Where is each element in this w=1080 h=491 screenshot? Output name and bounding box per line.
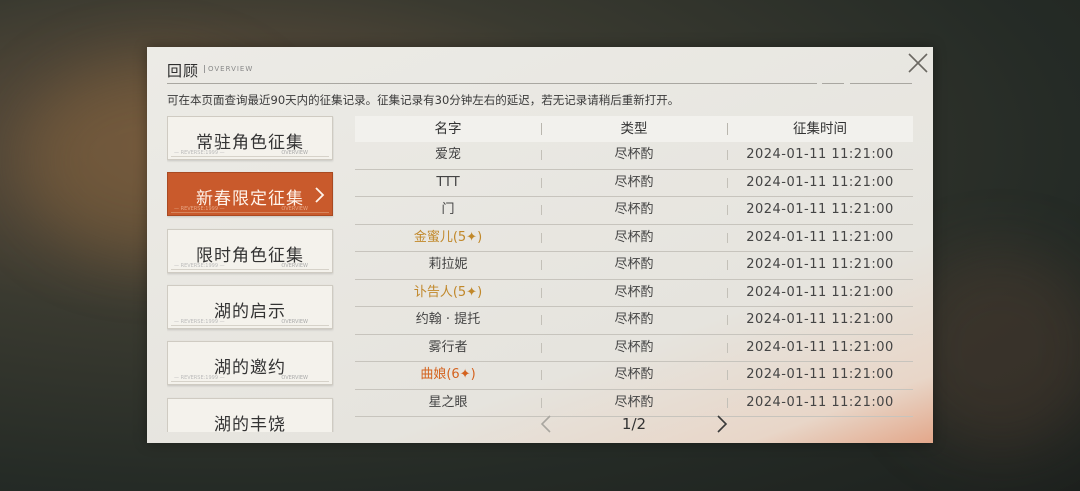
table-row: 约翰 · 提托 尽杯酌 2024-01-11 11:21:00 <box>355 307 913 335</box>
cell-name: 约翰 · 提托 <box>415 312 481 327</box>
title-divider <box>850 83 912 84</box>
deco-text: — REVERSE:1999 — <box>174 263 225 269</box>
prev-page-button[interactable] <box>540 414 552 434</box>
sidebar-item-spring-limited[interactable]: 新春限定征集 — REVERSE:1999 — OVERVIEW <box>167 172 333 216</box>
table-row: 雾行者 尽杯酌 2024-01-11 11:21:00 <box>355 335 913 362</box>
next-page-button[interactable] <box>716 414 728 434</box>
deco-text: — REVERSE:1999 — <box>174 319 225 325</box>
close-icon <box>908 53 928 73</box>
cell-time: 2024-01-11 11:21:00 <box>727 142 913 169</box>
divider <box>171 269 329 270</box>
divider <box>171 325 329 326</box>
table-row: 金蜜儿(5✦) 尽杯酌 2024-01-11 11:21:00 <box>355 225 913 252</box>
page-indicator: 1/2 <box>621 415 647 433</box>
chevron-right-icon <box>315 187 325 203</box>
cell-time: 2024-01-11 11:21:00 <box>727 225 913 252</box>
sidebar-item-lake-abundance[interactable]: 湖的丰饶 <box>167 398 333 432</box>
cell-name: 雾行者 <box>428 339 468 355</box>
deco-text: — REVERSE:1999 — <box>174 150 225 156</box>
column-header-name: 名字 <box>434 121 462 137</box>
sidebar-item-limited[interactable]: 限时角色征集 — REVERSE:1999 — OVERVIEW <box>167 229 333 273</box>
deco-text: — REVERSE:1999 — <box>174 375 225 381</box>
table-body: 爱宠 尽杯酌 2024-01-11 11:21:00 TTT 尽杯酌 2024-01-11… <box>355 142 913 417</box>
cell-time: 2024-01-11 11:21:00 <box>727 280 913 307</box>
table-row: 门 尽杯酌 2024-01-11 11:21:00 <box>355 197 913 225</box>
cell-name: 曲娘(6✦) <box>420 367 476 382</box>
cell-type: 尽杯酌 <box>541 307 727 334</box>
table-row: 讣告人(5✦) 尽杯酌 2024-01-11 11:21:00 <box>355 280 913 307</box>
cell-type: 尽杯酌 <box>541 252 727 279</box>
table-row: 爱宠 尽杯酌 2024-01-11 11:21:00 <box>355 142 913 170</box>
cell-type: 尽杯酌 <box>541 362 727 389</box>
close-button[interactable] <box>905 50 931 76</box>
chevron-left-icon <box>540 415 551 433</box>
cell-time: 2024-01-11 11:21:00 <box>727 335 913 362</box>
cell-time: 2024-01-11 11:21:00 <box>727 170 913 197</box>
title-divider <box>167 83 817 84</box>
cell-time: 2024-01-11 11:21:00 <box>727 362 913 389</box>
cell-name: 门 <box>441 202 455 217</box>
sidebar-item-standard[interactable]: 常驻角色征集 — REVERSE:1999 — OVERVIEW <box>167 116 333 160</box>
column-header-type: 类型 <box>541 116 727 142</box>
table-row: TTT 尽杯酌 2024-01-11 11:21:00 <box>355 170 913 197</box>
cell-type: 尽杯酌 <box>541 225 727 252</box>
deco-text: OVERVIEW <box>281 319 308 325</box>
deco-text: OVERVIEW <box>281 206 308 212</box>
cell-type: 尽杯酌 <box>541 280 727 307</box>
table-row: 莉拉妮 尽杯酌 2024-01-11 11:21:00 <box>355 252 913 280</box>
table-header: 名字 类型 征集时间 <box>355 116 913 142</box>
sidebar-item-label: 湖的丰饶 <box>214 415 286 432</box>
deco-text: OVERVIEW <box>281 150 308 156</box>
deco-text: — REVERSE:1999 — <box>174 206 225 212</box>
notice-text: 可在本页面查询最近90天内的征集记录。征集记录有30分钟左右的延迟，若无记录请稍… <box>167 93 680 107</box>
cell-type: 尽杯酌 <box>541 197 727 224</box>
pagination: 1/2 <box>355 413 913 435</box>
cell-time: 2024-01-11 11:21:00 <box>727 197 913 224</box>
sidebar-item-lake-invitation[interactable]: 湖的邀约 — REVERSE:1999 — OVERVIEW <box>167 341 333 385</box>
cell-name: 莉拉妮 <box>428 257 468 272</box>
banner-sidebar: 常驻角色征集 — REVERSE:1999 — OVERVIEW 新春限定征集 … <box>167 116 334 432</box>
title-divider <box>822 83 844 84</box>
cell-name: 讣告人(5✦) <box>413 284 483 300</box>
cell-name: TTT <box>436 174 460 190</box>
divider <box>171 156 329 157</box>
deco-text: OVERVIEW <box>281 263 308 269</box>
divider <box>171 212 329 213</box>
cell-name: 金蜜儿(5✦) <box>413 229 483 245</box>
cell-type: 尽杯酌 <box>541 335 727 362</box>
cell-type: 尽杯酌 <box>541 142 727 169</box>
cell-type: 尽杯酌 <box>541 170 727 197</box>
column-header-time: 征集时间 <box>727 116 913 142</box>
table-row: 曲娘(6✦) 尽杯酌 2024-01-11 11:21:00 <box>355 362 913 390</box>
dialog-title: 回顾 <box>167 62 200 80</box>
gacha-history-dialog: 回顾 OVERVIEW 可在本页面查询最近90天内的征集记录。征集记录有30分钟… <box>147 47 933 443</box>
divider <box>171 381 329 382</box>
dialog-title-sub: OVERVIEW <box>204 65 253 73</box>
cell-time: 2024-01-11 11:21:00 <box>727 252 913 279</box>
sidebar-item-lake-revelation[interactable]: 湖的启示 — REVERSE:1999 — OVERVIEW <box>167 285 333 329</box>
history-table: 名字 类型 征集时间 爱宠 尽杯酌 2024-01-11 11:21:00 TTT 尽杯… <box>355 116 913 417</box>
chevron-right-icon <box>717 415 728 433</box>
deco-text: OVERVIEW <box>281 375 308 381</box>
cell-time: 2024-01-11 11:21:00 <box>727 307 913 334</box>
cell-name: 爱宠 <box>434 147 461 162</box>
